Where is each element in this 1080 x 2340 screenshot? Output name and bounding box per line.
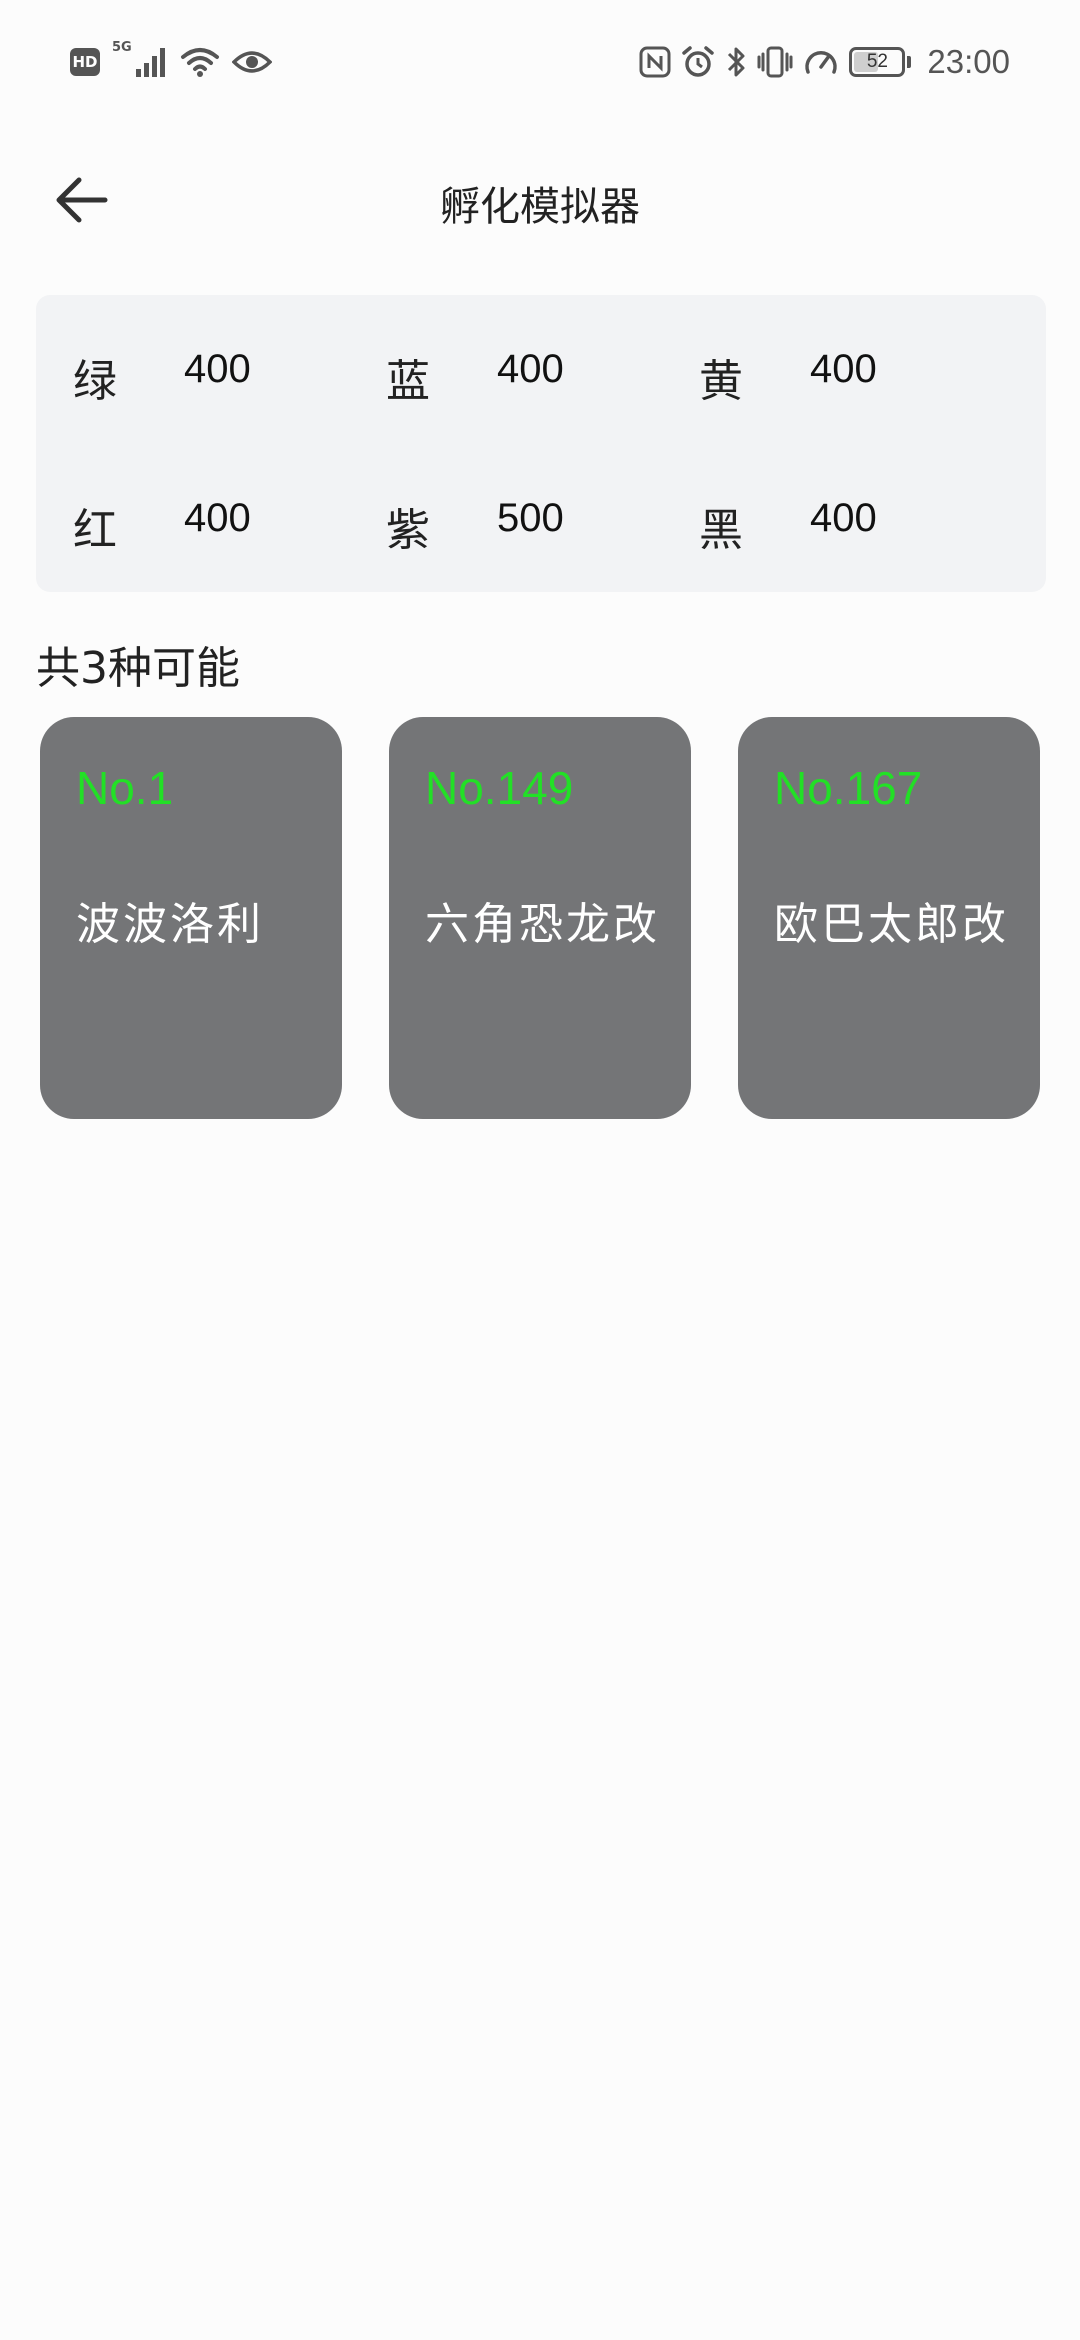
eye-icon <box>231 47 272 77</box>
stat-red: 红 400 <box>36 444 350 592</box>
result-card-1[interactable]: No.1 波波洛利 <box>40 717 342 1119</box>
battery-icon: 52 <box>849 47 906 77</box>
nfc-icon <box>639 46 671 78</box>
stat-name: 黄 <box>699 356 743 407</box>
stat-value: 400 <box>184 347 251 391</box>
stat-yellow: 黄 400 <box>662 295 976 443</box>
card-number: No.167 <box>774 762 923 814</box>
signal-icon <box>134 45 168 79</box>
vibrate-icon <box>757 45 793 79</box>
card-name: 波波洛利 <box>76 899 264 950</box>
battery-tip <box>907 56 912 68</box>
card-name: 欧巴太郎改 <box>774 899 1009 950</box>
app-header: 孵化模拟器 <box>0 140 1080 260</box>
result-count: 共3种可能 <box>36 643 240 694</box>
stat-value: 500 <box>497 496 564 540</box>
wifi-icon <box>180 45 220 79</box>
stats-row-1: 绿 400 蓝 400 黄 400 <box>36 295 1046 443</box>
status-bar: HD 5G 52 23:00 <box>0 0 1080 124</box>
clock: 23:00 <box>927 43 1010 80</box>
stat-name: 蓝 <box>386 356 430 407</box>
result-card-2[interactable]: No.149 六角恐龙改 <box>389 717 691 1119</box>
status-right: 52 23:00 <box>639 40 1010 84</box>
stat-value: 400 <box>184 496 251 540</box>
alarm-icon <box>681 45 715 79</box>
card-name: 六角恐龙改 <box>425 899 660 950</box>
stats-row-2: 红 400 紫 500 黑 400 <box>36 444 1046 592</box>
stats-panel: 绿 400 蓝 400 黄 400 红 400 紫 500 黑 400 <box>36 295 1046 592</box>
stat-black: 黑 400 <box>662 444 976 592</box>
page-title: 孵化模拟器 <box>440 184 640 230</box>
card-number: No.1 <box>76 762 174 814</box>
hd-icon: HD <box>70 48 100 76</box>
battery-level: 52 <box>866 51 888 72</box>
speed-icon <box>803 45 839 79</box>
card-number: No.149 <box>425 762 574 814</box>
bluetooth-icon <box>725 45 747 79</box>
status-left: HD 5G <box>70 40 272 84</box>
stat-blue: 蓝 400 <box>349 295 663 443</box>
stat-value: 400 <box>810 496 877 540</box>
network-type: 5G <box>112 40 132 55</box>
result-cards: No.1 波波洛利 No.149 六角恐龙改 No.167 欧巴太郎改 <box>40 717 1040 1119</box>
stat-green: 绿 400 <box>36 295 350 443</box>
stat-name: 红 <box>73 505 117 556</box>
stat-purple: 紫 500 <box>349 444 663 592</box>
result-card-3[interactable]: No.167 欧巴太郎改 <box>738 717 1040 1119</box>
stat-value: 400 <box>810 347 877 391</box>
stat-name: 紫 <box>386 505 430 556</box>
stat-name: 黑 <box>699 505 743 556</box>
stat-value: 400 <box>497 347 564 391</box>
stat-name: 绿 <box>73 356 117 407</box>
